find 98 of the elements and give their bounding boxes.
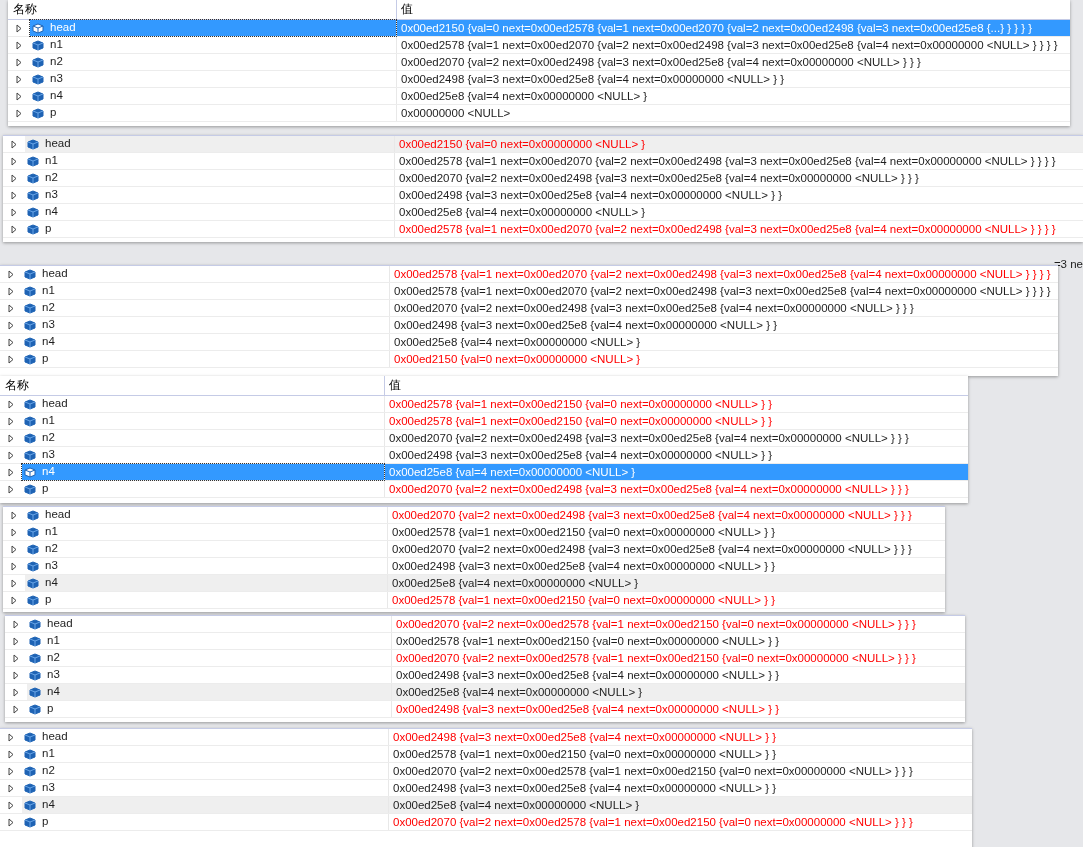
- variable-value: 0x00ed25e8 {val=4 next=0x00000000 <NULL> }: [389, 797, 972, 813]
- variable-name: p: [47, 701, 54, 717]
- name-cell[interactable]: n4: [27, 684, 391, 700]
- variable-name: n1: [45, 153, 58, 169]
- cube-icon: [24, 466, 36, 478]
- cube-icon: [32, 39, 44, 51]
- variable-name: p: [45, 592, 52, 608]
- cube-icon: [27, 155, 39, 167]
- variable-name: head: [42, 396, 68, 412]
- cube-icon: [32, 107, 44, 119]
- cube-icon: [24, 432, 36, 444]
- variable-name: n2: [42, 300, 55, 316]
- variable-name: n3: [42, 317, 55, 333]
- column-header[interactable]: 名称: [13, 0, 37, 19]
- cube-icon: [27, 543, 39, 555]
- variable-value: 0x00ed2150 {val=0 next=0x00000000 <NULL> }: [395, 136, 1083, 152]
- variable-name: n3: [42, 780, 55, 796]
- cube-icon: [27, 189, 39, 201]
- variable-value: 0x00ed25e8 {val=4 next=0x00000000 <NULL> }: [385, 464, 968, 480]
- variable-name: p: [45, 221, 52, 237]
- cube-icon: [24, 816, 36, 828]
- cube-icon: [24, 765, 36, 777]
- variable-name: n2: [45, 541, 58, 557]
- variable-name: p: [42, 481, 49, 497]
- variable-name: head: [45, 507, 71, 523]
- variable-value: 0x00ed25e8 {val=4 next=0x00000000 <NULL> }: [392, 684, 965, 700]
- variable-name: n1: [42, 413, 55, 429]
- variable-name: n3: [42, 447, 55, 463]
- cube-icon: [29, 703, 41, 715]
- variable-name: head: [45, 136, 71, 152]
- cube-icon: [32, 90, 44, 102]
- cube-icon: [27, 577, 39, 589]
- variable-name: p: [42, 814, 49, 830]
- cube-icon: [27, 594, 39, 606]
- variable-name: n2: [47, 650, 60, 666]
- variable-name: head: [42, 729, 68, 745]
- variable-name: n4: [42, 334, 55, 350]
- variable-name: n1: [47, 633, 60, 649]
- cube-icon: [32, 22, 44, 34]
- cube-icon: [24, 398, 36, 410]
- cube-icon: [24, 319, 36, 331]
- variable-value: 0x00ed25e8 {val=4 next=0x00000000 <NULL> }: [388, 575, 945, 591]
- name-cell[interactable]: n4: [25, 575, 387, 591]
- cube-icon: [27, 509, 39, 521]
- variable-name: n4: [50, 88, 63, 104]
- variable-name: p: [50, 105, 57, 121]
- cube-icon: [29, 652, 41, 664]
- cube-icon: [24, 782, 36, 794]
- variable-name: n1: [42, 746, 55, 762]
- cube-icon: [29, 635, 41, 647]
- name-cell[interactable]: head: [25, 136, 394, 152]
- variable-name: n4: [47, 684, 60, 700]
- cube-icon: [24, 353, 36, 365]
- cube-icon: [32, 56, 44, 68]
- variable-name: n3: [47, 667, 60, 683]
- variable-name: n2: [45, 170, 58, 186]
- cube-icon: [27, 172, 39, 184]
- variable-name: head: [42, 266, 68, 282]
- cube-icon: [24, 336, 36, 348]
- cube-icon: [24, 799, 36, 811]
- cube-icon: [24, 285, 36, 297]
- cube-icon: [27, 223, 39, 235]
- cube-icon: [24, 302, 36, 314]
- variable-name: n4: [45, 204, 58, 220]
- variable-name: n3: [45, 558, 58, 574]
- cube-icon: [24, 731, 36, 743]
- variable-name: head: [50, 20, 76, 36]
- cube-icon: [24, 449, 36, 461]
- variable-name: n4: [45, 575, 58, 591]
- cube-icon: [24, 748, 36, 760]
- cube-icon: [29, 669, 41, 681]
- column-header[interactable]: 名称: [5, 376, 29, 395]
- variable-name: n3: [45, 187, 58, 203]
- cube-icon: [24, 268, 36, 280]
- cube-icon: [27, 560, 39, 572]
- variable-name: n2: [50, 54, 63, 70]
- cube-icon: [32, 73, 44, 85]
- name-cell[interactable]: n4: [22, 797, 388, 813]
- variable-name: n2: [42, 763, 55, 779]
- cube-icon: [24, 483, 36, 495]
- cube-icon: [27, 526, 39, 538]
- cube-icon: [29, 686, 41, 698]
- variable-value: 0x00ed2150 {val=0 next=0x00ed2578 {val=1 next=0x00ed2070 {val=2 next=0x00ed2498 {val=3 next=0x00ed25e8 {...} } } } }: [397, 20, 1070, 36]
- variable-name: n1: [42, 283, 55, 299]
- variable-name: n3: [50, 71, 63, 87]
- cube-icon: [27, 206, 39, 218]
- cube-icon: [24, 415, 36, 427]
- variable-name: n1: [50, 37, 63, 53]
- variable-name: p: [42, 351, 49, 367]
- cube-icon: [27, 138, 39, 150]
- variable-name: n1: [45, 524, 58, 540]
- column-header[interactable]: 值: [389, 376, 401, 395]
- variable-name: n2: [42, 430, 55, 446]
- column-header[interactable]: 值: [401, 0, 413, 19]
- variable-name: n4: [42, 797, 55, 813]
- cube-icon: [29, 618, 41, 630]
- variable-name: head: [47, 616, 73, 632]
- variable-name: n4: [42, 464, 55, 480]
